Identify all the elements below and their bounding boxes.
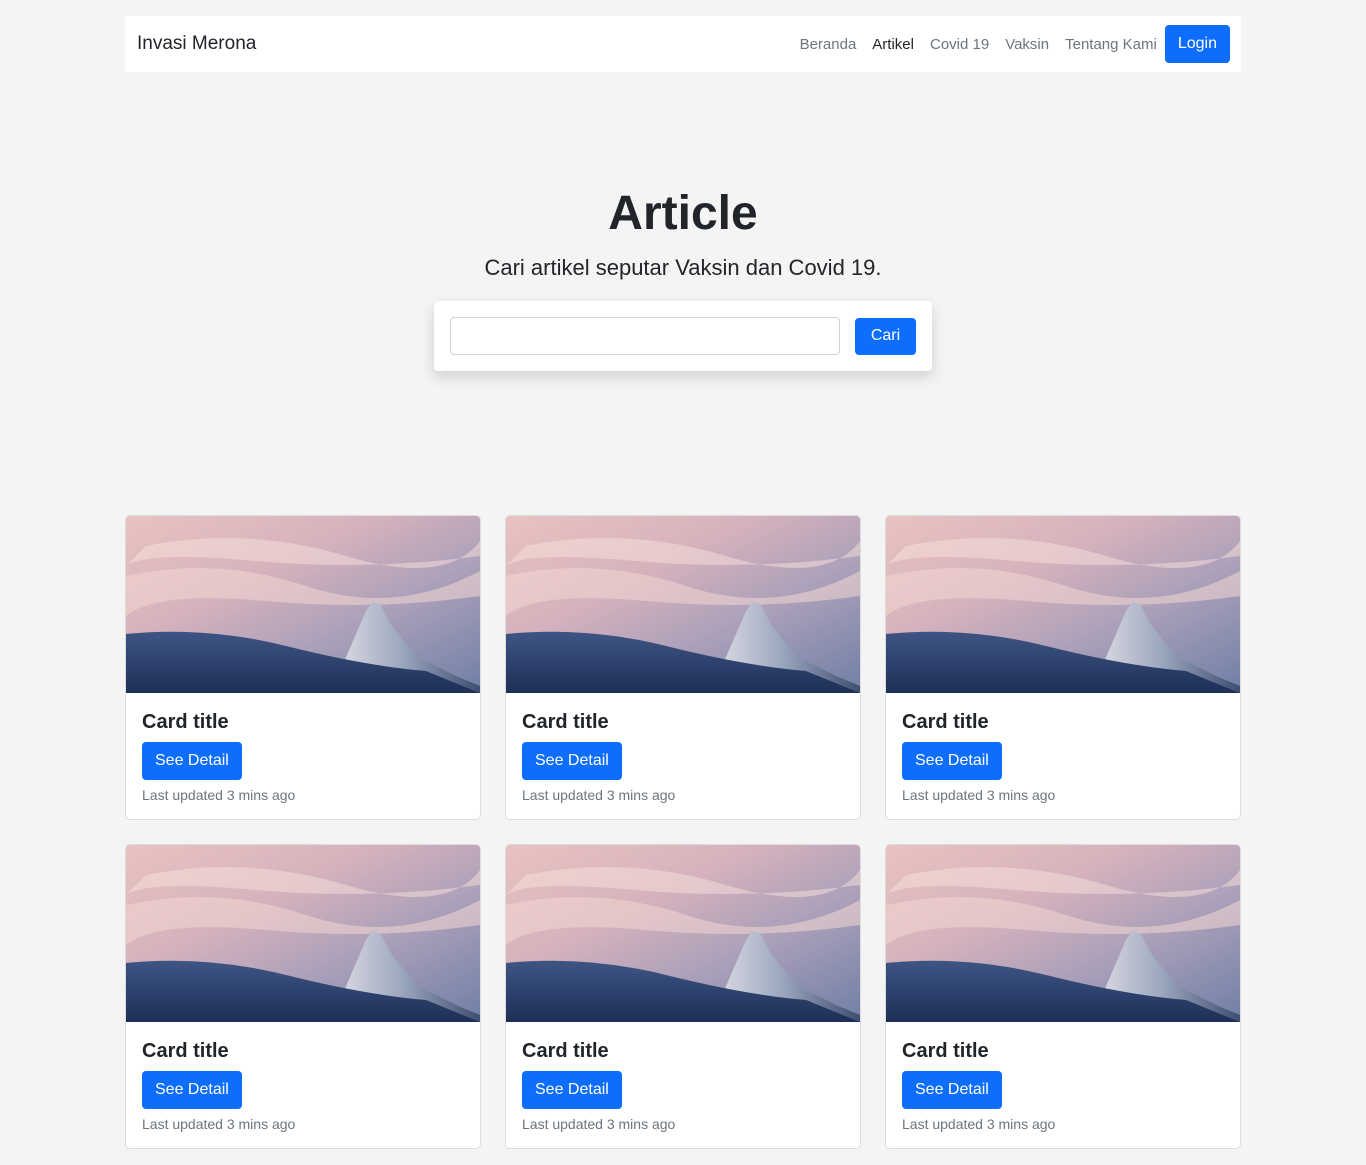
card-body: Card title See Detail Last updated 3 mins … (886, 1022, 1240, 1132)
see-detail-button[interactable]: See Detail (902, 742, 1002, 780)
card-image (126, 845, 480, 1022)
see-detail-button[interactable]: See Detail (142, 1071, 242, 1109)
search-button[interactable]: Cari (855, 317, 916, 355)
article-card: Card title See Detail Last updated 3 mins … (505, 844, 861, 1149)
nav-links: Beranda Artikel Covid 19 Vaksin Tentang … (792, 25, 1230, 63)
card-updated-text: Last updated 3 mins ago (522, 1116, 676, 1132)
card-body: Card title See Detail Last updated 3 mins … (126, 693, 480, 803)
nav-link-vaksin[interactable]: Vaksin (997, 36, 1057, 53)
search-box: Cari (434, 301, 932, 371)
card-image (506, 516, 860, 693)
see-detail-button[interactable]: See Detail (522, 742, 622, 780)
card-updated-text: Last updated 3 mins ago (902, 787, 1056, 803)
card-image (886, 845, 1240, 1022)
page-subtitle: Cari artikel seputar Vaksin dan Covid 19… (484, 255, 882, 280)
card-updated-text: Last updated 3 mins ago (142, 1116, 296, 1132)
card-updated-text: Last updated 3 mins ago (142, 787, 296, 803)
card-body: Card title See Detail Last updated 3 mins … (126, 1022, 480, 1132)
card-image (886, 516, 1240, 693)
article-card: Card title See Detail Last updated 3 mins … (125, 515, 481, 820)
card-updated-text: Last updated 3 mins ago (902, 1116, 1056, 1132)
article-card: Card title See Detail Last updated 3 mins … (885, 515, 1241, 820)
nav-link-artikel[interactable]: Artikel (864, 36, 922, 53)
search-input[interactable] (450, 317, 840, 355)
card-image (506, 845, 860, 1022)
navbar: Invasi Merona Beranda Artikel Covid 19 V… (125, 16, 1241, 72)
card-title: Card title (522, 1040, 609, 1062)
see-detail-button[interactable]: See Detail (142, 742, 242, 780)
card-title: Card title (902, 711, 989, 733)
card-body: Card title See Detail Last updated 3 mins … (506, 693, 860, 803)
card-title: Card title (142, 1040, 229, 1062)
nav-link-covid[interactable]: Covid 19 (922, 36, 997, 53)
nav-link-tentang-kami[interactable]: Tentang Kami (1057, 36, 1165, 53)
article-card: Card title See Detail Last updated 3 mins … (505, 515, 861, 820)
see-detail-button[interactable]: See Detail (902, 1071, 1002, 1109)
card-updated-text: Last updated 3 mins ago (522, 787, 676, 803)
card-title: Card title (522, 711, 609, 733)
card-body: Card title See Detail Last updated 3 mins … (506, 1022, 860, 1132)
card-title: Card title (142, 711, 229, 733)
card-body: Card title See Detail Last updated 3 mins … (886, 693, 1240, 803)
brand-link[interactable]: Invasi Merona (137, 33, 256, 55)
card-image (126, 516, 480, 693)
page-title: Article (608, 187, 758, 240)
article-card: Card title See Detail Last updated 3 mins … (885, 844, 1241, 1149)
see-detail-button[interactable]: See Detail (522, 1071, 622, 1109)
nav-link-beranda[interactable]: Beranda (792, 36, 865, 53)
login-button[interactable]: Login (1164, 25, 1230, 63)
card-title: Card title (902, 1040, 989, 1062)
article-card: Card title See Detail Last updated 3 mins … (125, 844, 481, 1149)
